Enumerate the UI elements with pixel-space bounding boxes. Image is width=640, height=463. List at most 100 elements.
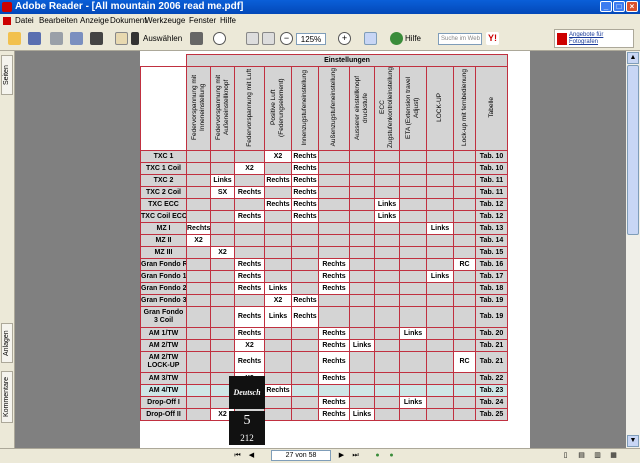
table-cell: Rechts [318,350,350,373]
find-icon[interactable] [90,32,103,45]
document-icon[interactable] [3,17,11,25]
table-cell [399,149,427,163]
minimize-button[interactable]: _ [600,1,612,12]
hand-tool-icon[interactable] [115,32,128,45]
maximize-button[interactable]: □ [613,1,625,12]
row-table-ref[interactable]: Tab. 12 [474,209,509,223]
save-icon[interactable] [28,32,41,45]
select-tool-icon[interactable] [131,32,139,45]
table-cell [349,305,375,328]
continuous-icon[interactable]: ▤ [576,451,587,461]
continuous-facing-icon[interactable]: ▥ [592,451,603,461]
row-table-ref[interactable]: Tab. 22 [474,371,509,385]
last-page-icon[interactable]: ⏭ [350,451,361,461]
table-cell [264,269,292,283]
go-back-icon[interactable]: ● [372,451,383,461]
row-table-ref[interactable]: Tab. 11 [474,173,509,187]
vertical-scrollbar[interactable]: ▲ ▼ [626,51,640,448]
table-cell [453,161,476,175]
row-table-ref[interactable]: Tab. 10 [474,149,509,163]
row-table-ref[interactable]: Tab. 21 [474,338,509,352]
select-tool-label[interactable]: Auswählen [143,31,182,47]
fit-width-icon[interactable] [262,32,275,45]
table-cell: Rechts [318,338,350,352]
table-cell [210,209,235,223]
row-table-ref[interactable]: Tab. 12 [474,197,509,211]
menu-werkzeuge[interactable]: Werkzeuge [145,14,185,28]
open-icon[interactable] [8,32,21,45]
tab-anlagen[interactable]: Anlagen [1,323,13,363]
scroll-down-icon[interactable]: ▼ [627,435,639,447]
print-icon[interactable] [50,32,63,45]
tab-seiten[interactable]: Seiten [1,55,13,95]
table-cell [264,257,292,271]
row-table-ref[interactable]: Tab. 18 [474,281,509,295]
table-cell [349,383,375,397]
row-table-ref[interactable]: Tab. 19 [474,293,509,307]
menu-fenster[interactable]: Fenster [189,14,216,28]
row-table-ref[interactable]: Tab. 24 [474,395,509,409]
previous-page-icon[interactable]: ◀ [246,451,257,461]
row-table-ref[interactable]: Tab. 11 [474,185,509,199]
first-page-icon[interactable]: ⏮ [232,451,243,461]
help-icon[interactable] [390,32,403,45]
snapshot-icon[interactable] [190,32,203,45]
table-cell: Links [426,221,454,235]
row-table-ref[interactable]: Tab. 16 [474,257,509,271]
go-forward-icon[interactable]: ● [386,451,397,461]
row-table-ref[interactable]: Tab. 13 [474,221,509,235]
facing-icon[interactable]: ▦ [608,451,619,461]
row-table-ref[interactable]: Tab. 10 [474,161,509,175]
tab-kommentare[interactable]: Kommentare [1,371,13,423]
fit-page-icon[interactable] [246,32,259,45]
table-cell [399,245,427,259]
zoom-input[interactable]: 125% [296,33,326,45]
row-label: Gran Fondo 1 [140,269,187,283]
scroll-thumb[interactable] [627,65,639,235]
menu-bearbeiten[interactable]: Bearbeiten [39,14,78,28]
table-cell [186,395,211,409]
row-table-ref[interactable]: Tab. 14 [474,233,509,247]
single-page-icon[interactable]: ▯ [560,451,571,461]
row-table-ref[interactable]: Tab. 25 [474,407,509,421]
email-icon[interactable] [70,32,83,45]
next-page-icon[interactable]: ▶ [336,451,347,461]
yahoo-icon[interactable]: Y! [486,32,499,45]
table-cell: Links [349,407,375,421]
table-cell [234,245,265,259]
menu-anzeige[interactable]: Anzeige [80,14,109,28]
table-cell [453,149,476,163]
menu-bar: Datei Bearbeiten Anzeige Dokument Werkze… [0,14,640,28]
zoom-tool-icon[interactable] [213,32,226,45]
group-header: Einstellungen [185,54,509,67]
help-label[interactable]: Hilfe [405,31,421,47]
web-search-input[interactable]: Suche im Web [438,33,482,45]
row-table-ref[interactable]: Tab. 20 [474,326,509,340]
menu-datei[interactable]: Datei [15,14,34,28]
row-table-ref[interactable]: Tab. 19 [474,305,509,328]
zoom-in-icon[interactable]: + [338,32,351,45]
row-table-ref[interactable]: Tab. 17 [474,269,509,283]
row-table-ref[interactable]: Tab. 23 [474,383,509,397]
table-cell [186,197,211,211]
row-table-ref[interactable]: Tab. 15 [474,245,509,259]
rotate-view-icon[interactable] [364,32,377,45]
menu-dokument[interactable]: Dokument [110,14,146,28]
table-cell [186,383,211,397]
promo-text: Angebote für Fotografen [569,32,604,45]
row-table-ref[interactable]: Tab. 21 [474,350,509,373]
scroll-up-icon[interactable]: ▲ [627,52,639,64]
table-cell: Rechts [291,149,319,163]
page-indicator[interactable]: 27 von 58 [271,450,331,461]
table-cell [186,293,211,307]
menu-hilfe[interactable]: Hilfe [220,14,236,28]
close-button[interactable]: × [626,1,638,12]
promo-link[interactable]: Angebote für Fotografen [554,29,634,48]
zoom-out-icon[interactable]: − [280,32,293,45]
table-cell [399,185,427,199]
table-cell [453,269,476,283]
table-cell [318,305,350,328]
table-cell [399,209,427,223]
document-view[interactable]: Einstellungen Federvorspannung mit Innene… [15,51,626,448]
table-cell [291,338,319,352]
